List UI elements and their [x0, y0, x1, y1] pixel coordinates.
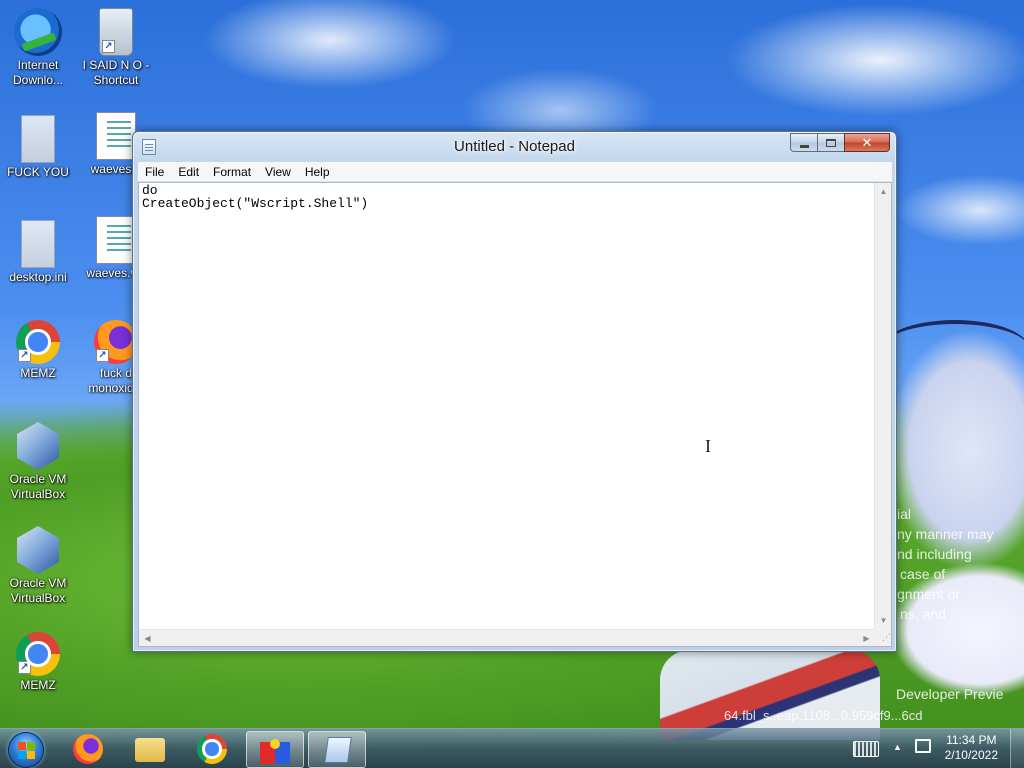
firefox-icon — [73, 734, 103, 764]
menu-help[interactable]: Help — [298, 162, 337, 182]
watermark-build-string: 64.fbl_s..eap.1108...0.959cf9...6cd — [724, 708, 923, 723]
desktop-icon-i-said-no-shortcut[interactable]: ↗ I SAID N O - Shortcut — [78, 8, 154, 88]
clock-time: 11:34 PM — [946, 733, 997, 747]
editor-content[interactable]: do CreateObject("Wscript.Shell") — [142, 184, 368, 210]
menu-file[interactable]: File — [138, 162, 171, 182]
folder-icon — [135, 738, 165, 762]
watermark-line: ns, and — [900, 606, 946, 622]
watermark-build-title: Developer Previe — [896, 686, 1004, 702]
taskbar-notepad[interactable] — [308, 731, 366, 768]
wallpaper-anime-hair — [880, 320, 1024, 380]
minimize-icon — [799, 144, 809, 148]
notepad-icon — [324, 737, 352, 763]
taskbar: ▲ 11:34 PM 2/10/2022 — [0, 728, 1024, 768]
desktop-icon-virtualbox[interactable]: Oracle VM VirtualBox — [0, 526, 76, 606]
start-button[interactable] — [8, 732, 44, 768]
config-file-icon — [21, 220, 55, 268]
title-bar[interactable]: Untitled - Notepad ✕ — [133, 132, 896, 162]
config-file-icon — [21, 115, 55, 163]
chrome-icon: ↗ — [16, 320, 60, 364]
scroll-up-arrow-icon[interactable]: ▲ — [875, 183, 892, 200]
watermark-line: nd including — [897, 546, 972, 562]
text-editor[interactable]: do CreateObject("Wscript.Shell") I ▲ ▼ ◀ … — [138, 182, 892, 647]
scroll-right-arrow-icon[interactable]: ▶ — [858, 630, 875, 647]
desktop-icon-label: MEMZ — [20, 366, 56, 380]
watermark-line: case of — [900, 566, 946, 582]
close-button[interactable]: ✕ — [844, 133, 890, 152]
show-desktop-button[interactable] — [1010, 729, 1024, 768]
keyboard-icon[interactable] — [853, 741, 879, 757]
horizontal-scrollbar[interactable]: ◀ ▶ — [139, 629, 875, 646]
desktop-icon-fuck-you[interactable]: FUCK YOU — [0, 115, 76, 180]
minimize-button[interactable] — [790, 133, 817, 152]
menu-edit[interactable]: Edit — [171, 162, 206, 182]
chrome-icon — [197, 734, 227, 764]
editor-line: CreateObject("Wscript.Shell") — [142, 196, 369, 211]
desktop-icon-memz[interactable]: ↗ MEMZ — [0, 320, 76, 381]
shortcut-arrow-icon: ↗ — [18, 661, 31, 674]
taskbar-memz[interactable] — [246, 731, 304, 768]
shortcut-arrow-icon: ↗ — [96, 349, 109, 362]
scroll-left-arrow-icon[interactable]: ◀ — [139, 630, 156, 647]
menu-bar: File Edit Format View Help — [138, 162, 892, 182]
shortcut-arrow-icon: ↗ — [102, 40, 115, 53]
chrome-icon: ↗ — [16, 632, 60, 676]
network-icon[interactable] — [915, 739, 931, 753]
desktop-icon-internet-download-manager[interactable]: Internet Downlo... — [0, 8, 76, 88]
desktop-icon-label: desktop.ini — [9, 270, 67, 284]
notepad-window[interactable]: Untitled - Notepad ✕ File Edit Format Vi… — [132, 131, 897, 652]
scroll-down-arrow-icon[interactable]: ▼ — [875, 612, 892, 629]
script-file-icon — [96, 216, 136, 264]
taskbar-chrome[interactable] — [184, 731, 242, 768]
desktop-icon-label: MEMZ — [20, 678, 56, 692]
text-cursor-icon: I — [705, 436, 711, 456]
watermark-line: gnment or — [897, 586, 961, 602]
recycle-bin-icon: ↗ — [99, 8, 133, 56]
size-grip-icon[interactable]: ⋰ — [874, 629, 891, 646]
desktop-icon-label: FUCK YOU — [7, 165, 69, 179]
tray-overflow-arrow-icon[interactable]: ▲ — [893, 742, 902, 752]
desktop-icon-desktop-ini[interactable]: desktop.ini — [0, 220, 76, 285]
wallpaper-anime-outfit — [660, 650, 880, 740]
watermark-line: ny manner may — [897, 526, 994, 542]
taskbar-explorer[interactable] — [122, 731, 180, 768]
memz-icon — [260, 739, 290, 764]
shortcut-arrow-icon: ↗ — [18, 349, 31, 362]
maximize-button[interactable] — [817, 133, 844, 152]
desktop-icon-label: Internet Downlo... — [12, 58, 64, 87]
taskbar-firefox[interactable] — [60, 731, 118, 768]
desktop-icon-label: Oracle VM VirtualBox — [9, 472, 67, 501]
desktop-icon-label: Oracle VM VirtualBox — [9, 576, 67, 605]
virtualbox-icon — [17, 422, 59, 470]
vertical-scrollbar[interactable]: ▲ ▼ — [874, 183, 891, 629]
maximize-icon — [826, 138, 836, 147]
clock-date: 2/10/2022 — [944, 748, 998, 762]
windows-logo-icon — [18, 742, 36, 760]
desktop-icon-virtualbox[interactable]: Oracle VM VirtualBox — [0, 422, 76, 502]
menu-format[interactable]: Format — [206, 162, 258, 182]
virtualbox-icon — [17, 526, 59, 574]
menu-view[interactable]: View — [258, 162, 298, 182]
desktop-icon-memz[interactable]: ↗ MEMZ — [0, 632, 76, 693]
internet-download-manager-icon — [14, 8, 62, 56]
window-title: Untitled - Notepad — [454, 138, 575, 155]
caption-buttons: ✕ — [790, 133, 890, 152]
close-icon: ✕ — [861, 134, 873, 150]
watermark-line: ial — [897, 506, 912, 522]
system-clock[interactable]: 11:34 PM 2/10/2022 — [945, 733, 998, 763]
desktop-icon-label: I SAID N O - Shortcut — [82, 58, 150, 87]
script-file-icon — [96, 112, 136, 160]
